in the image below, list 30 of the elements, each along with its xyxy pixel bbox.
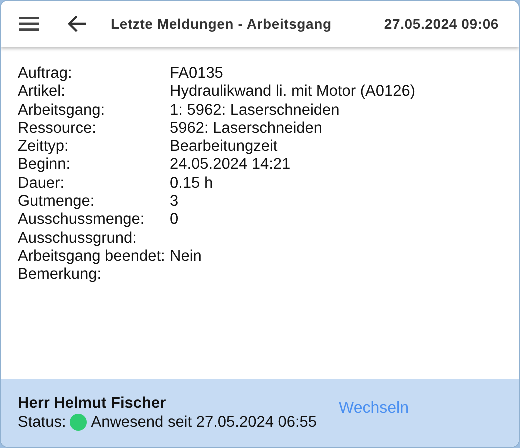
field-label: Ausschussgrund: bbox=[18, 230, 138, 248]
field-label: Bemerkung: bbox=[18, 266, 103, 285]
field-label: Ausschussmenge: bbox=[18, 211, 146, 230]
field-label: Gutmenge: bbox=[18, 193, 96, 212]
field-value: Bearbeitungzeit bbox=[170, 138, 278, 156]
field-value: Hydraulikwand li. mit Motor (A0126) bbox=[170, 83, 416, 102]
field-value: 24.05.2024 14:21 bbox=[170, 156, 291, 175]
page-title: Letzte Meldungen - Arbeitsgang bbox=[111, 16, 332, 32]
switch-link[interactable]: Wechseln bbox=[339, 400, 410, 418]
field-value: 1: 5962: Laserschneiden bbox=[170, 102, 340, 120]
field-label: Ressource: bbox=[18, 120, 98, 138]
user-name: Herr Helmut Fischer bbox=[18, 394, 168, 412]
field-label: Beginn: bbox=[18, 156, 72, 175]
field-value: 3 bbox=[170, 193, 179, 212]
header-datetime: 27.05.2024 09:06 bbox=[384, 16, 499, 32]
field-label: Auftrag: bbox=[18, 65, 74, 84]
field-label: Zeittyp: bbox=[18, 138, 70, 156]
status-text: Anwesend seit 27.05.2024 06:55 bbox=[91, 412, 318, 432]
field-label: Dauer: bbox=[18, 174, 66, 194]
field-value: FA0135 bbox=[170, 65, 224, 84]
field-value: 0.15 h bbox=[170, 174, 214, 194]
status-label: Status: bbox=[18, 412, 66, 432]
field-label: Artikel: bbox=[18, 83, 66, 102]
field-label: Arbeitsgang beendet: bbox=[18, 248, 166, 266]
field-value: 0 bbox=[170, 211, 179, 230]
back-icon[interactable] bbox=[67, 15, 87, 33]
field-value: 5962: Laserschneiden bbox=[170, 120, 323, 138]
menu-icon[interactable] bbox=[19, 16, 39, 32]
field-label: Arbeitsgang: bbox=[18, 102, 106, 120]
field-value: Nein bbox=[170, 248, 202, 266]
